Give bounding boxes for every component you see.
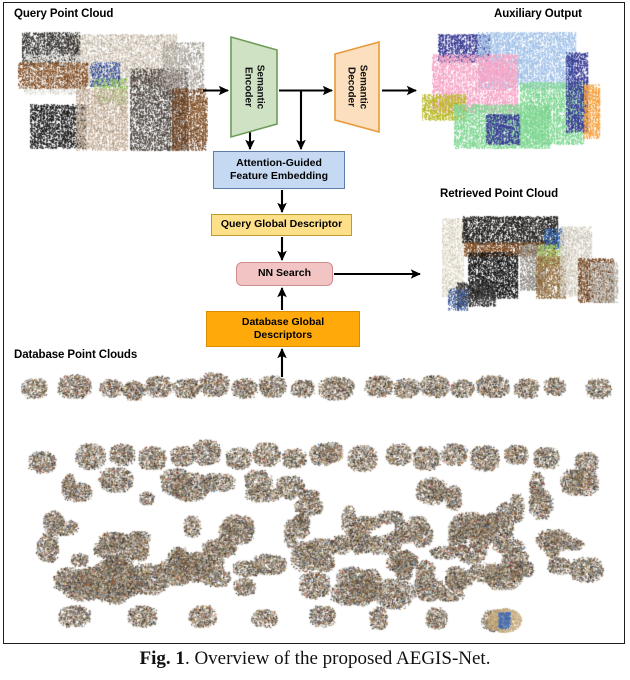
database-point-clouds-render xyxy=(6,366,622,638)
nn-search-box[interactable]: NN Search xyxy=(236,262,333,286)
attention-label: Attention-Guided Feature Embedding xyxy=(230,157,328,183)
query-point-cloud-render xyxy=(12,26,208,166)
auxiliary-output-render xyxy=(420,26,620,166)
semantic-encoder-line2: Encoder xyxy=(243,66,254,107)
db-desc-line1: Database Global xyxy=(241,315,325,328)
semantic-encoder-block[interactable]: Semantic Encoder xyxy=(229,35,279,139)
semantic-decoder-block[interactable]: Semantic Decoder xyxy=(333,40,381,134)
semantic-decoder-label: Semantic Decoder xyxy=(346,65,369,109)
semantic-decoder-line1: Semantic xyxy=(357,64,369,110)
caption-label: Fig. 1 xyxy=(139,648,185,669)
database-global-descriptors-label: Database Global Descriptors xyxy=(242,316,324,342)
attention-line1: Attention-Guided xyxy=(236,156,322,169)
label-query-point-cloud: Query Point Cloud xyxy=(14,8,114,20)
query-global-descriptor-box[interactable]: Query Global Descriptor xyxy=(211,214,352,236)
nn-search-label: NN Search xyxy=(257,267,312,280)
database-global-descriptors-box[interactable]: Database Global Descriptors xyxy=(206,311,360,347)
figure-root: Query Point Cloud Auxiliary Output Retri… xyxy=(0,0,630,680)
retrieved-point-cloud-render xyxy=(420,200,620,315)
attention-line2: Feature Embedding xyxy=(229,170,328,182)
semantic-encoder-line1: Semantic xyxy=(254,64,266,110)
label-retrieved-point-cloud: Retrieved Point Cloud xyxy=(440,188,559,200)
db-desc-line2: Descriptors xyxy=(253,329,313,341)
label-auxiliary-output: Auxiliary Output xyxy=(494,8,582,20)
semantic-decoder-line2: Decoder xyxy=(346,66,357,107)
caption-text: . Overview of the proposed AEGIS-Net. xyxy=(184,648,491,669)
query-global-descriptor-label: Query Global Descriptor xyxy=(220,218,343,231)
figure-caption: Fig. 1. Overview of the proposed AEGIS-N… xyxy=(0,648,630,670)
attention-guided-feature-embedding-box[interactable]: Attention-Guided Feature Embedding xyxy=(213,151,345,189)
semantic-encoder-label: Semantic Encoder xyxy=(243,65,266,109)
label-database-point-clouds: Database Point Clouds xyxy=(14,349,138,361)
